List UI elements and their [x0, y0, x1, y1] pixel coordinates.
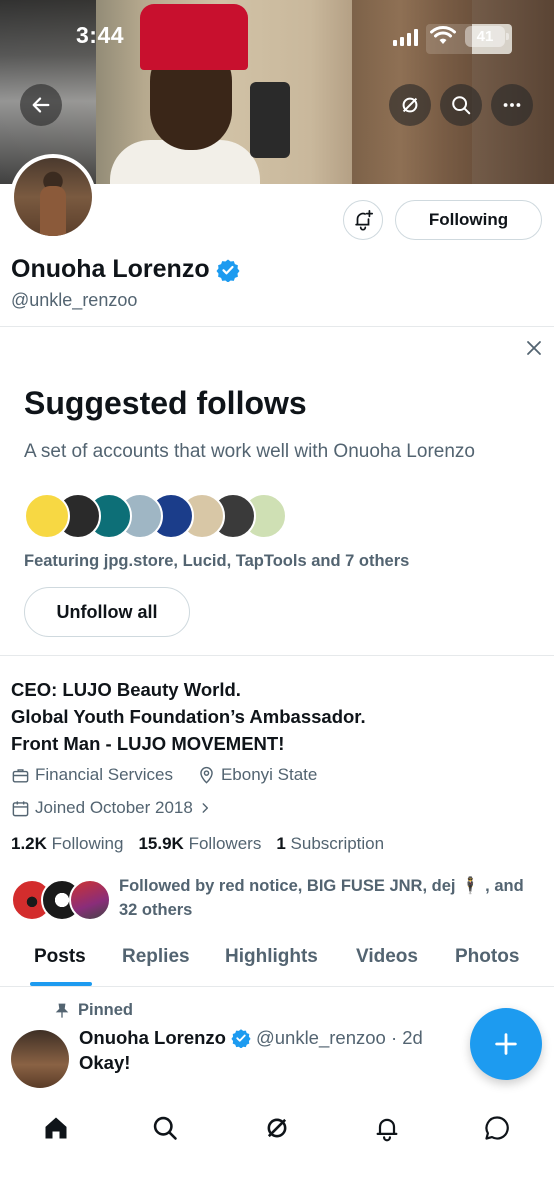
verified-badge-icon — [231, 1029, 251, 1048]
post-header: Onuoha Lorenzo @unkle_renzoo · 2d — [79, 1027, 423, 1049]
profile-name: Onuoha Lorenzo — [11, 255, 240, 284]
profile-avatar[interactable] — [10, 154, 96, 240]
status-time: 3:44 — [76, 22, 125, 48]
briefcase-icon — [12, 768, 29, 783]
bell-plus-icon — [355, 209, 374, 231]
bell-icon — [376, 1118, 398, 1142]
followed-by[interactable]: Followed by red notice, BIG FUSE JNR, de… — [11, 874, 551, 924]
location-pin-icon — [200, 766, 213, 784]
chevron-right-icon — [202, 803, 208, 813]
signal-icon — [393, 28, 418, 46]
battery-icon: 41 — [465, 26, 509, 47]
profile-tabs: Posts Replies Highlights Videos Photos — [0, 934, 554, 987]
tab-highlights[interactable]: Highlights — [225, 946, 318, 968]
nav-home[interactable] — [36, 1108, 76, 1148]
banner-phone — [250, 82, 290, 158]
category-text: Financial Services — [35, 765, 173, 784]
search-icon — [452, 96, 471, 115]
back-button[interactable] — [20, 84, 62, 126]
joined-text: Joined October 2018 — [35, 798, 193, 817]
active-tab-indicator — [30, 982, 92, 986]
home-icon — [45, 1117, 67, 1139]
suggested-title: Suggested follows — [24, 385, 307, 421]
bottom-nav — [0, 1100, 554, 1200]
plus-icon — [495, 1033, 517, 1055]
suggested-account-avatar[interactable] — [24, 493, 70, 539]
tab-posts[interactable]: Posts — [34, 946, 86, 968]
profile-counts: 1.2K Following 15.9K Followers 1 Subscri… — [11, 834, 384, 854]
verified-badge-icon[interactable] — [216, 258, 240, 282]
profile-category: Financial Services Ebonyi State — [11, 765, 317, 785]
avatar-figure — [40, 186, 66, 236]
grok-icon — [267, 1118, 287, 1138]
pinned-text: Pinned — [78, 1001, 134, 1019]
wifi-icon — [430, 26, 456, 44]
nav-messages[interactable] — [477, 1108, 517, 1148]
tab-photos[interactable]: Photos — [455, 946, 519, 968]
grok-button[interactable] — [389, 84, 431, 126]
profile-handle: @unkle_renzoo — [11, 290, 138, 310]
post-avatar[interactable] — [11, 1030, 69, 1088]
following-count[interactable]: 1.2K Following — [11, 834, 123, 854]
profile-name-text: Onuoha Lorenzo — [11, 255, 210, 283]
search-icon — [153, 1116, 177, 1140]
suggested-follows-card: Suggested follows A set of accounts that… — [0, 326, 554, 656]
profile-joined[interactable]: Joined October 2018 — [11, 798, 212, 818]
pin-icon — [55, 1003, 69, 1018]
notifications-button[interactable] — [343, 200, 383, 240]
suggested-featuring[interactable]: Featuring jpg.store, Lucid, TapTools and… — [24, 552, 409, 571]
nav-search[interactable] — [145, 1108, 185, 1148]
location-text: Ebonyi State — [220, 765, 318, 784]
status-bar: 3:44 41 — [0, 20, 554, 54]
close-icon[interactable] — [525, 337, 543, 363]
nav-grok[interactable] — [257, 1108, 297, 1148]
subscription-count[interactable]: 1 Subscription — [276, 834, 384, 854]
tab-videos[interactable]: Videos — [356, 946, 418, 968]
post-handle-time: @unkle_renzoo · 2d — [255, 1027, 423, 1048]
more-button[interactable] — [491, 84, 533, 126]
calendar-icon — [12, 800, 29, 816]
compose-button[interactable] — [470, 1008, 542, 1080]
grok-icon — [402, 97, 418, 113]
arrow-left-icon — [32, 97, 50, 113]
bio-line: CEO: LUJO Beauty World. — [11, 679, 241, 700]
bio-line: Global Youth Foundation’s Ambassador. — [11, 706, 366, 727]
post-text[interactable]: Okay! — [79, 1052, 130, 1074]
suggested-subtitle: A set of accounts that work well with On… — [24, 441, 475, 462]
tab-replies[interactable]: Replies — [122, 946, 190, 968]
unfollow-all-button[interactable]: Unfollow all — [24, 587, 190, 637]
chat-bubble-icon — [485, 1116, 509, 1140]
followers-count[interactable]: 15.9K Followers — [138, 834, 261, 854]
bio-line: Front Man - LUJO MOVEMENT! — [11, 733, 285, 754]
post-author[interactable]: Onuoha Lorenzo — [79, 1027, 226, 1049]
follower-avatar — [69, 879, 111, 921]
nav-notifications[interactable] — [367, 1108, 407, 1148]
profile-bio: CEO: LUJO Beauty World. Global Youth Fou… — [11, 676, 366, 757]
following-button[interactable]: Following — [395, 200, 542, 240]
followed-by-text: Followed by red notice, BIG FUSE JNR, de… — [119, 877, 524, 919]
more-dots-icon — [503, 103, 521, 107]
search-button[interactable] — [440, 84, 482, 126]
pinned-label: Pinned — [54, 1001, 133, 1020]
